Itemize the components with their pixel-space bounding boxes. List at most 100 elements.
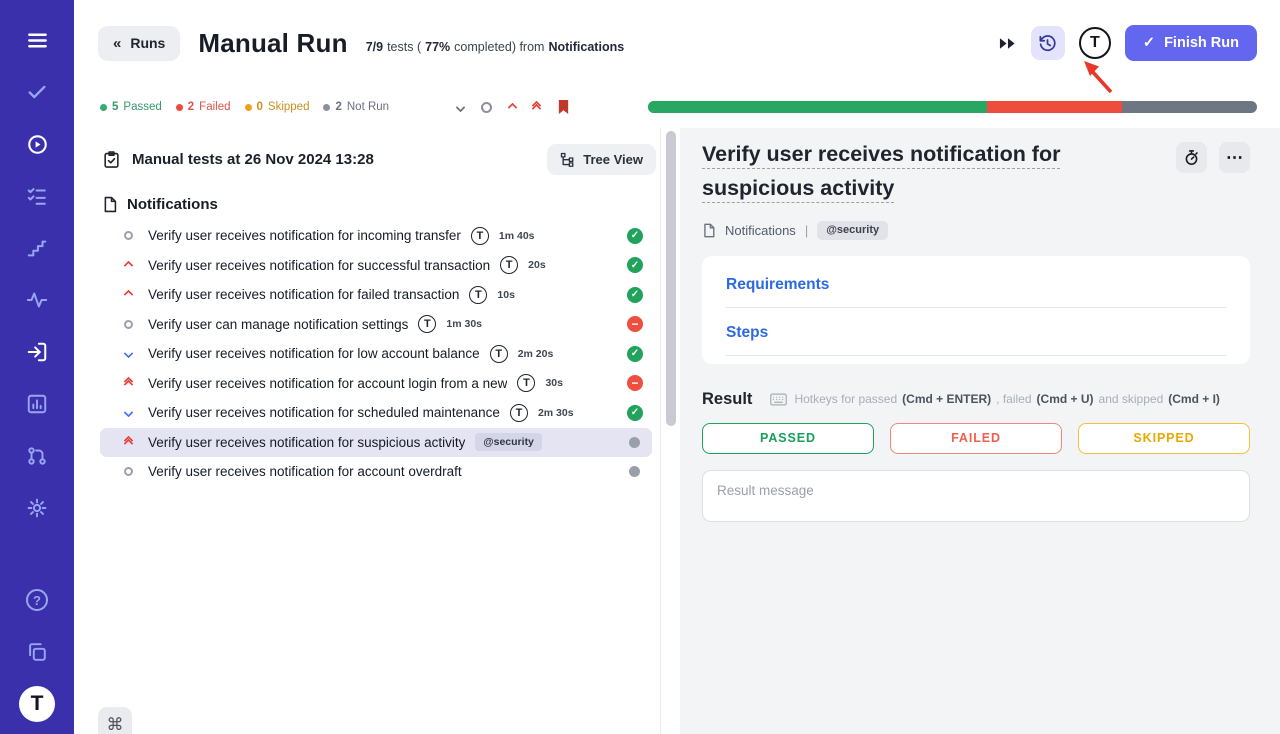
status-icon (629, 466, 640, 477)
filter-chevron-down-icon[interactable] (457, 104, 464, 111)
status-icon (627, 316, 643, 332)
file-icon (702, 223, 716, 238)
back-to-runs-button[interactable]: « Runs (98, 26, 180, 61)
breadcrumb-separator: | (805, 223, 808, 238)
status-icon (627, 346, 643, 362)
tree-icon (560, 152, 575, 167)
tag-badge[interactable]: @security (475, 433, 542, 451)
t-logo-badge: T (418, 315, 436, 333)
gear-icon[interactable] (0, 482, 74, 534)
ellipsis-icon: ⋯ (1226, 148, 1243, 168)
filter-chevron-up-icon[interactable] (509, 104, 516, 111)
timer-button[interactable] (1176, 142, 1207, 173)
test-row[interactable]: Verify user receives notification for ac… (100, 457, 652, 487)
bar-chart-icon[interactable] (0, 378, 74, 430)
test-duration: 10s (497, 289, 515, 301)
requirements-link[interactable]: Requirements (726, 260, 1226, 308)
run-progress-bar[interactable] (648, 101, 1257, 113)
t-logo-badge: T (469, 286, 487, 304)
t-logo-badge: T (517, 374, 535, 392)
tree-view-button[interactable]: Tree View (547, 144, 656, 175)
checklist-icon[interactable] (0, 170, 74, 222)
test-title: Verify user receives notification for in… (148, 228, 461, 243)
priority-icon (120, 464, 136, 480)
play-circle-icon[interactable] (0, 118, 74, 170)
priority-icon (120, 257, 136, 273)
test-row-selected[interactable]: Verify user receives notification for su… (100, 428, 652, 458)
test-detail-panel: Verify user receives notification for su… (680, 128, 1280, 734)
test-duration: 20s (528, 259, 546, 271)
filter-double-chevron-up-icon[interactable] (533, 102, 540, 112)
steps-icon[interactable] (0, 222, 74, 274)
suite-notifications[interactable]: Notifications (100, 187, 660, 221)
stat-not-run: 2Not Run (323, 101, 389, 113)
hotkeys-hint: Hotkeys for passed (Cmd + ENTER) , faile… (770, 392, 1219, 406)
test-duration: 30s (545, 377, 563, 389)
import-icon[interactable] (0, 326, 74, 378)
test-row[interactable]: Verify user receives notification for su… (100, 251, 652, 281)
test-title: Verify user receives notification for fa… (148, 287, 459, 302)
steps-link[interactable]: Steps (726, 308, 1226, 356)
scrollbar-track[interactable] (660, 128, 680, 734)
run-progress-summary: 7/9 tests ( 77% completed) from Notifica… (366, 40, 624, 54)
test-row[interactable]: Verify user receives notification for fa… (100, 280, 652, 310)
priority-filters (457, 99, 570, 115)
skipped-button[interactable]: SKIPPED (1078, 423, 1250, 454)
clipboard-check-icon (102, 150, 121, 169)
test-row[interactable]: Verify user receives notification for sc… (100, 398, 652, 428)
failed-button[interactable]: FAILED (890, 423, 1062, 454)
skipped-dot-icon (245, 104, 252, 111)
t-logo-badge: T (500, 256, 518, 274)
activity-icon[interactable] (0, 274, 74, 326)
command-menu-button[interactable]: ⌘ (98, 707, 132, 734)
test-detail-title[interactable]: Verify user receives notification for su… (702, 138, 1176, 206)
history-button[interactable] (1031, 26, 1065, 60)
t-logo-badge: T (510, 404, 528, 422)
app-logo[interactable]: T (19, 686, 55, 722)
help-icon[interactable]: ? (0, 574, 74, 626)
file-icon (102, 196, 118, 213)
content: Manual tests at 26 Nov 2024 13:28 Tree V… (74, 128, 1280, 734)
stopwatch-icon (1183, 149, 1200, 166)
check-icon: ✓ (1143, 35, 1155, 51)
double-chevron-left-icon: « (113, 35, 121, 52)
priority-icon (120, 375, 136, 391)
test-duration: 2m 20s (518, 348, 554, 360)
status-icon (627, 287, 643, 303)
priority-icon (120, 316, 136, 332)
progress-failed (987, 101, 1122, 113)
test-row[interactable]: Verify user receives notification for ac… (100, 369, 652, 399)
run-title: Manual tests at 26 Nov 2024 13:28 (132, 151, 374, 168)
branch-icon[interactable] (0, 430, 74, 482)
more-button[interactable]: ⋯ (1219, 142, 1250, 173)
t-logo-badge: T (471, 227, 489, 245)
result-message-input[interactable] (702, 470, 1250, 522)
history-icon (1038, 34, 1057, 53)
test-duration: 1m 30s (446, 318, 482, 330)
top-bar: « Runs Manual Run 7/9 tests ( 77% comple… (74, 0, 1280, 86)
stat-passed: 5Passed (100, 101, 162, 113)
progress-passed (648, 101, 987, 113)
passed-button[interactable]: PASSED (702, 423, 874, 454)
tag-badge[interactable]: @security (817, 221, 888, 240)
check-icon[interactable] (0, 66, 74, 118)
t-logo-badge: T (490, 345, 508, 363)
status-icon (627, 228, 643, 244)
test-row[interactable]: Verify user can manage notification sett… (100, 310, 652, 340)
sidebar: ? T (0, 0, 74, 734)
menu-icon[interactable] (0, 14, 74, 66)
copy-icon[interactable] (0, 626, 74, 678)
breadcrumb-group[interactable]: Notifications (725, 223, 796, 238)
scrollbar-thumb[interactable] (666, 131, 676, 426)
not-run-dot-icon (323, 104, 330, 111)
test-row[interactable]: Verify user receives notification for in… (100, 221, 652, 251)
stat-failed: 2Failed (176, 101, 231, 113)
avatar[interactable]: T (1079, 27, 1111, 59)
finish-run-button[interactable]: ✓ Finish Run (1125, 25, 1257, 61)
filter-bookmark-icon[interactable] (557, 99, 570, 115)
test-row[interactable]: Verify user receives notification for lo… (100, 339, 652, 369)
filter-circle-icon[interactable] (481, 102, 492, 113)
priority-icon (120, 346, 136, 362)
fast-forward-icon[interactable] (998, 35, 1017, 52)
app-root: ? T « Runs Manual Run 7/9 tests ( 77% co… (0, 0, 1280, 734)
